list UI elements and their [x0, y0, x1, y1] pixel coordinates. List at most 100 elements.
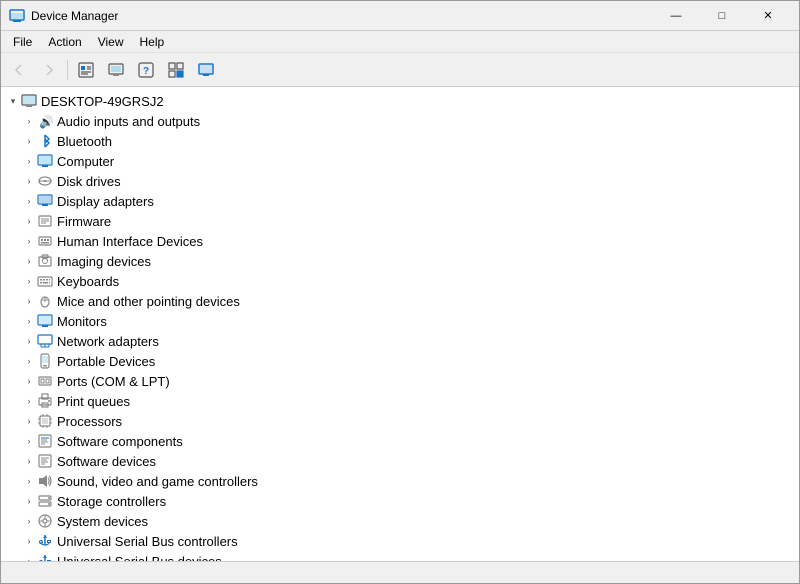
- toolbar: ?: [1, 53, 799, 87]
- content-area[interactable]: ▾ DESKTOP-49GRSJ2 ›🔊Audio inputs and out…: [1, 87, 799, 561]
- label-software-dev: Software devices: [57, 454, 156, 469]
- tree-root[interactable]: ▾ DESKTOP-49GRSJ2: [1, 91, 799, 111]
- close-button[interactable]: ✕: [745, 1, 791, 31]
- label-storage: Storage controllers: [57, 494, 166, 509]
- tree-item-disk[interactable]: › Disk drives: [1, 171, 799, 191]
- chevron-processors: ›: [21, 413, 37, 429]
- tree-item-usb-dev[interactable]: ›Universal Serial Bus devices: [1, 551, 799, 561]
- status-bar: [1, 561, 799, 583]
- tree-item-network[interactable]: ›Network adapters: [1, 331, 799, 351]
- title-bar: Device Manager — □ ✕: [1, 1, 799, 31]
- svg-text:?: ?: [143, 66, 149, 77]
- chevron-usb-dev: ›: [21, 553, 37, 561]
- chevron-bluetooth: ›: [21, 133, 37, 149]
- icon-ports: [37, 373, 53, 389]
- forward-button[interactable]: [35, 56, 63, 84]
- view-toggle-button[interactable]: [162, 56, 190, 84]
- tree-item-software-dev[interactable]: ›Software devices: [1, 451, 799, 471]
- tree-item-processors[interactable]: › Processors: [1, 411, 799, 431]
- icon-software-dev: [37, 453, 53, 469]
- label-processors: Processors: [57, 414, 122, 429]
- icon-usb-dev: [37, 553, 53, 561]
- root-chevron: ▾: [5, 93, 21, 109]
- label-ports: Ports (COM & LPT): [57, 374, 170, 389]
- chevron-firmware: ›: [21, 213, 37, 229]
- tree-item-keyboards[interactable]: ›Keyboards: [1, 271, 799, 291]
- tree-item-storage[interactable]: › Storage controllers: [1, 491, 799, 511]
- computer-button[interactable]: [192, 56, 220, 84]
- tree-item-bluetooth[interactable]: › Bluetooth: [1, 131, 799, 151]
- chevron-display: ›: [21, 193, 37, 209]
- tree-item-ports[interactable]: ›Ports (COM & LPT): [1, 371, 799, 391]
- icon-keyboards: [37, 273, 53, 289]
- chevron-print: ›: [21, 393, 37, 409]
- label-bluetooth: Bluetooth: [57, 134, 112, 149]
- chevron-storage: ›: [21, 493, 37, 509]
- menu-help[interactable]: Help: [132, 33, 173, 51]
- label-computer: Computer: [57, 154, 114, 169]
- root-label: DESKTOP-49GRSJ2: [41, 94, 164, 109]
- icon-processors: [37, 413, 53, 429]
- update-button[interactable]: [102, 56, 130, 84]
- icon-mice: [37, 293, 53, 309]
- window-title: Device Manager: [31, 9, 653, 23]
- chevron-computer: ›: [21, 153, 37, 169]
- icon-storage: [37, 493, 53, 509]
- label-disk: Disk drives: [57, 174, 121, 189]
- chevron-sound: ›: [21, 473, 37, 489]
- icon-sound: [37, 473, 53, 489]
- chevron-monitors: ›: [21, 313, 37, 329]
- tree-item-system[interactable]: ›System devices: [1, 511, 799, 531]
- tree-item-print[interactable]: › Print queues: [1, 391, 799, 411]
- tree-item-computer[interactable]: › Computer: [1, 151, 799, 171]
- maximize-button[interactable]: □: [699, 1, 745, 31]
- icon-computer: [37, 153, 53, 169]
- tree-item-hid[interactable]: ›Human Interface Devices: [1, 231, 799, 251]
- minimize-button[interactable]: —: [653, 1, 699, 31]
- tree-item-portable[interactable]: ›Portable Devices: [1, 351, 799, 371]
- chevron-disk: ›: [21, 173, 37, 189]
- label-sound: Sound, video and game controllers: [57, 474, 258, 489]
- tree-item-firmware[interactable]: › Firmware: [1, 211, 799, 231]
- menu-view[interactable]: View: [90, 33, 132, 51]
- label-firmware: Firmware: [57, 214, 111, 229]
- label-print: Print queues: [57, 394, 130, 409]
- tree-item-audio[interactable]: ›🔊 Audio inputs and outputs: [1, 111, 799, 131]
- label-mice: Mice and other pointing devices: [57, 294, 240, 309]
- icon-hid: [37, 233, 53, 249]
- label-display: Display adapters: [57, 194, 154, 209]
- chevron-network: ›: [21, 333, 37, 349]
- device-manager-window: Device Manager — □ ✕ File Action View He…: [0, 0, 800, 584]
- icon-network: [37, 333, 53, 349]
- svg-text:🔊: 🔊: [39, 114, 53, 129]
- label-keyboards: Keyboards: [57, 274, 119, 289]
- icon-software-comp: [37, 433, 53, 449]
- label-portable: Portable Devices: [57, 354, 155, 369]
- label-system: System devices: [57, 514, 148, 529]
- tree-item-imaging[interactable]: ›Imaging devices: [1, 251, 799, 271]
- tree-children: ›🔊Audio inputs and outputs›Bluetooth›Com…: [1, 111, 799, 561]
- icon-imaging: [37, 253, 53, 269]
- tree-item-monitors[interactable]: › Monitors: [1, 311, 799, 331]
- back-button[interactable]: [5, 56, 33, 84]
- tree-item-sound[interactable]: › Sound, video and game controllers: [1, 471, 799, 491]
- tree-item-display[interactable]: › Display adapters: [1, 191, 799, 211]
- menu-action[interactable]: Action: [40, 33, 89, 51]
- help-button[interactable]: ?: [132, 56, 160, 84]
- label-audio: Audio inputs and outputs: [57, 114, 200, 129]
- properties-button[interactable]: [72, 56, 100, 84]
- chevron-hid: ›: [21, 233, 37, 249]
- icon-bluetooth: [37, 133, 53, 149]
- menu-bar: File Action View Help: [1, 31, 799, 53]
- tree-item-software-comp[interactable]: ›Software components: [1, 431, 799, 451]
- window-controls: — □ ✕: [653, 1, 791, 31]
- chevron-audio: ›: [21, 113, 37, 129]
- icon-audio: 🔊: [37, 113, 53, 129]
- menu-file[interactable]: File: [5, 33, 40, 51]
- label-monitors: Monitors: [57, 314, 107, 329]
- icon-portable: [37, 353, 53, 369]
- chevron-software-comp: ›: [21, 433, 37, 449]
- tree-item-mice[interactable]: › Mice and other pointing devices: [1, 291, 799, 311]
- chevron-mice: ›: [21, 293, 37, 309]
- tree-item-usb[interactable]: ›Universal Serial Bus controllers: [1, 531, 799, 551]
